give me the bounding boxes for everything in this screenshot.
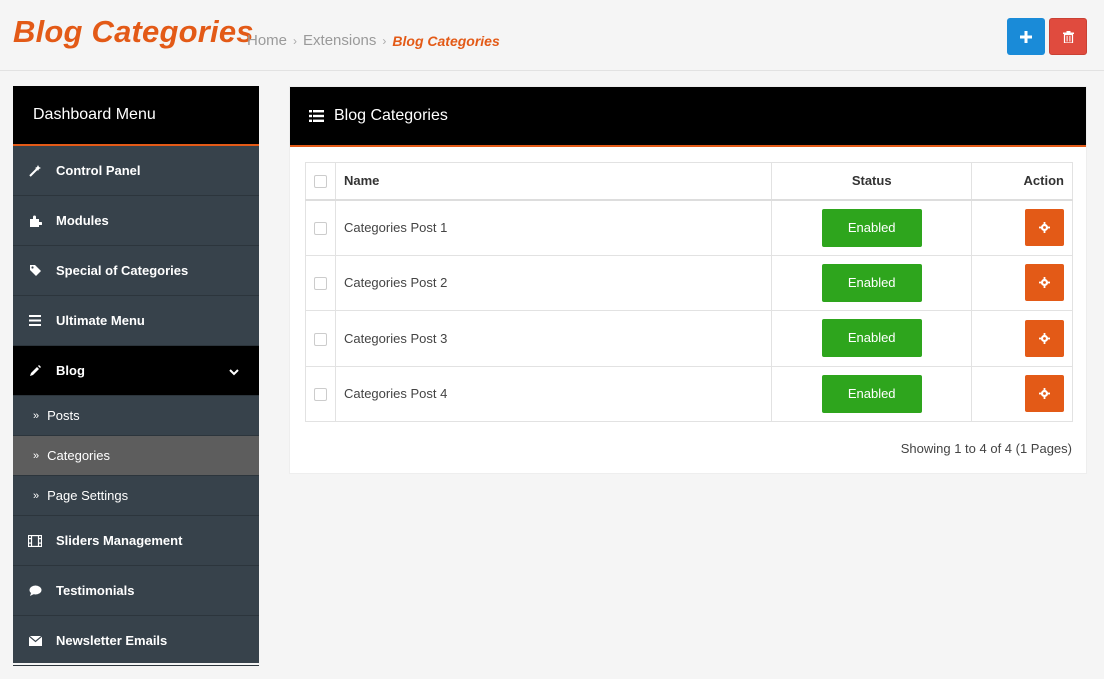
sidebar-title: Dashboard Menu [13, 86, 259, 146]
page-title: Blog Categories [13, 14, 254, 49]
status-toggle-button[interactable]: Enabled [821, 263, 922, 302]
double-chevron-right-icon: » [33, 409, 40, 422]
bars-icon [28, 314, 42, 328]
add-button[interactable] [1007, 18, 1045, 55]
gear-icon [1039, 388, 1050, 400]
edit-button[interactable] [1025, 319, 1064, 357]
status-toggle-button[interactable]: Enabled [821, 374, 922, 413]
sidebar-item-label: Modules [56, 213, 109, 228]
row-check-cell [305, 310, 336, 367]
sidebar-subitem-label: Categories [47, 448, 110, 463]
row-checkbox[interactable] [313, 277, 327, 291]
row-name: Categories Post 2 [334, 254, 773, 311]
row-check-cell [305, 199, 336, 256]
row-name: Categories Post 1 [334, 199, 773, 256]
sidebar-item-special-categories[interactable]: Special of Categories [13, 246, 259, 296]
categories-panel: Blog Categories Name Status Action Categ… [289, 86, 1087, 474]
status-toggle-button[interactable]: Enabled [821, 208, 922, 247]
row-name: Categories Post 3 [334, 310, 773, 367]
breadcrumb-home[interactable]: Home [247, 32, 287, 49]
edit-button[interactable] [1025, 264, 1064, 302]
delete-button[interactable] [1049, 18, 1087, 55]
column-header-name[interactable]: Name [334, 162, 773, 201]
status-toggle-button[interactable]: Enabled [821, 319, 922, 358]
chevron-right-icon: › [293, 33, 298, 48]
row-action-cell [971, 199, 1073, 256]
sidebar-subitem-label: Posts [47, 408, 80, 423]
sidebar-item-label: Sliders Management [56, 533, 183, 548]
table-row: Categories Post 2 Enabled [305, 254, 1073, 311]
sidebar-item-label: Special of Categories [56, 263, 189, 278]
row-check-cell [305, 254, 336, 311]
panel-header: Blog Categories [290, 87, 1086, 147]
pagination-info: Showing 1 to 4 of 4 (1 Pages) [900, 441, 1072, 456]
table-row: Categories Post 3 Enabled [305, 310, 1073, 367]
breadcrumb: Home › Extensions › Blog Categories [247, 32, 500, 49]
double-chevron-right-icon: » [33, 449, 40, 462]
comment-icon [28, 584, 42, 598]
chevron-right-icon: › [382, 33, 387, 48]
sidebar-item-label: Testimonials [56, 583, 135, 598]
row-status-cell: Enabled [771, 365, 973, 422]
sidebar-item-modules[interactable]: Modules [13, 196, 259, 246]
breadcrumb-current[interactable]: Blog Categories [392, 33, 499, 49]
categories-table: Name Status Action Categories Post 1 Ena… [305, 162, 1073, 422]
row-action-cell [971, 310, 1073, 367]
gear-icon [1039, 222, 1050, 233]
sidebar-subitem-categories[interactable]: » Categories [13, 436, 259, 476]
sidebar-item-label: Blog [56, 363, 85, 378]
sidebar-subitem-label: Page Settings [47, 488, 129, 503]
breadcrumb-extensions[interactable]: Extensions [303, 32, 376, 49]
sidebar-item-ultimate-menu[interactable]: Ultimate Menu [13, 296, 259, 346]
table-row: Categories Post 1 Enabled [305, 199, 1073, 256]
gear-icon [1039, 332, 1050, 344]
sidebar-item-newsletter[interactable]: Newsletter Emails [13, 616, 259, 666]
panel-title: Blog Categories [334, 107, 448, 124]
row-status-cell: Enabled [771, 199, 973, 256]
select-all-cell [305, 162, 336, 201]
row-checkbox[interactable] [313, 388, 327, 402]
tag-icon [28, 264, 42, 278]
trash-icon [1062, 30, 1074, 43]
row-checkbox[interactable] [313, 222, 327, 236]
row-name: Categories Post 4 [334, 365, 773, 422]
edit-button[interactable] [1025, 375, 1064, 413]
sidebar-item-label: Control Panel [56, 163, 141, 178]
double-chevron-right-icon: » [33, 489, 40, 502]
table-row: Categories Post 4 Enabled [305, 365, 1073, 422]
sidebar-subitem-posts[interactable]: » Posts [13, 396, 259, 436]
magic-wand-icon [28, 164, 42, 178]
sidebar: Dashboard Menu Control Panel Modules Spe… [13, 86, 259, 666]
row-check-cell [305, 365, 336, 422]
column-header-status: Status [771, 162, 973, 201]
edit-button[interactable] [1025, 209, 1064, 246]
puzzle-icon [28, 214, 42, 228]
gear-icon [1039, 277, 1050, 289]
list-icon [309, 110, 324, 122]
sidebar-item-testimonials[interactable]: Testimonials [13, 566, 259, 616]
film-icon [28, 534, 42, 548]
row-checkbox[interactable] [313, 332, 327, 346]
chevron-down-icon [229, 364, 239, 379]
row-status-cell: Enabled [771, 310, 973, 367]
plus-icon [1020, 30, 1032, 43]
sidebar-subitem-page-settings[interactable]: » Page Settings [13, 476, 259, 516]
sidebar-item-control-panel[interactable]: Control Panel [13, 146, 259, 196]
table-header-row: Name Status Action [305, 162, 1073, 201]
row-action-cell [971, 365, 1073, 422]
sidebar-item-label: Ultimate Menu [56, 313, 145, 328]
pencil-icon [28, 364, 42, 378]
row-action-cell [971, 254, 1073, 311]
sidebar-item-label: Newsletter Emails [56, 633, 168, 648]
column-header-action: Action [971, 162, 1073, 201]
row-status-cell: Enabled [771, 254, 973, 311]
sidebar-item-blog[interactable]: Blog [13, 346, 259, 396]
sidebar-item-sliders[interactable]: Sliders Management [13, 516, 259, 566]
envelope-icon [28, 634, 42, 648]
page-header: Blog Categories Home › Extensions › Blog… [0, 0, 1104, 71]
select-all-checkbox[interactable] [313, 175, 327, 189]
